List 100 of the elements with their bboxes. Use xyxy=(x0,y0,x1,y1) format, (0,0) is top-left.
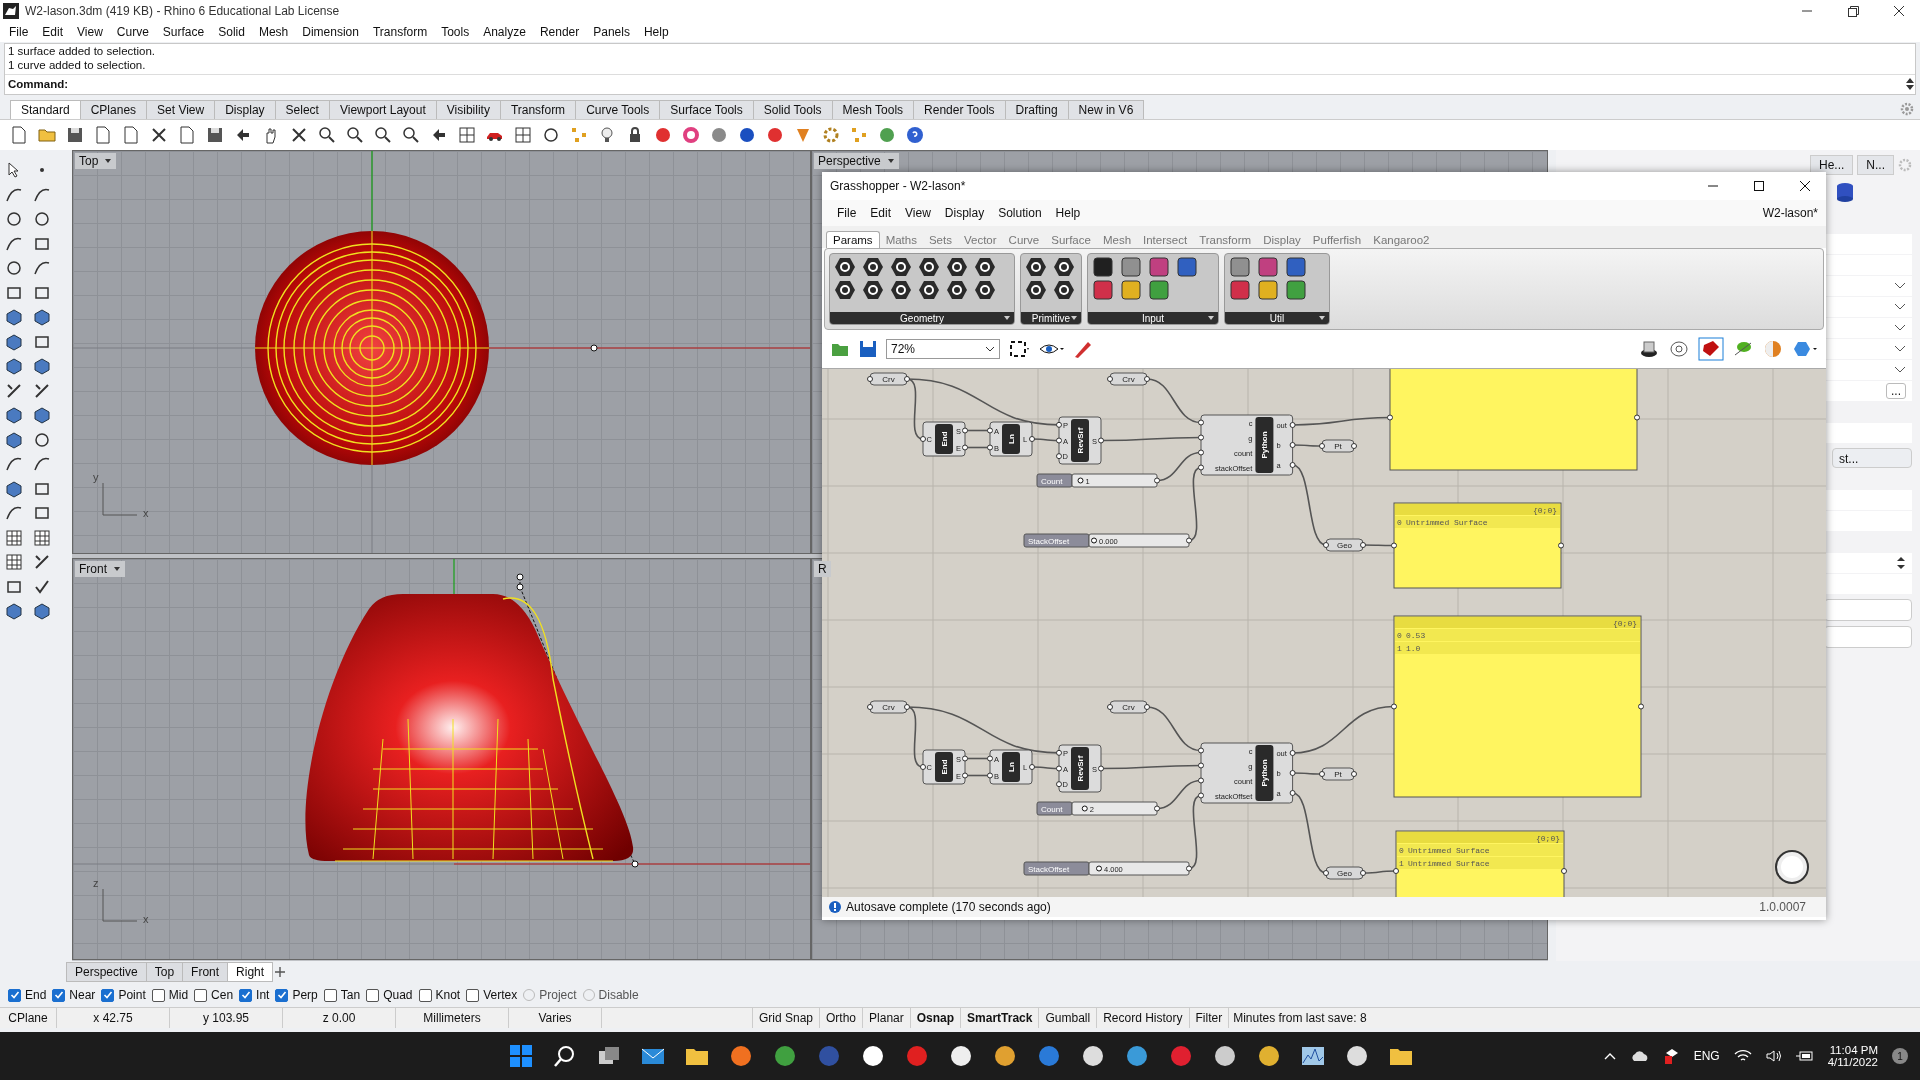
grid-icon[interactable] xyxy=(4,552,24,572)
parameter-node[interactable]: Pt xyxy=(1319,439,1357,453)
app-icon[interactable] xyxy=(1080,1043,1106,1069)
app-icon[interactable] xyxy=(860,1043,886,1069)
preview-icon[interactable] xyxy=(1638,339,1660,359)
component-icon[interactable] xyxy=(1176,256,1198,278)
osnap-label[interactable]: Mid xyxy=(168,988,189,1002)
panel-node[interactable]: {0;0} 0 Untrimmed Surface xyxy=(1391,502,1564,589)
status-toggle[interactable]: Gumball xyxy=(1038,1008,1097,1028)
ribbon-tab[interactable]: Curve xyxy=(1002,232,1046,248)
viewport-title[interactable]: Front xyxy=(75,561,125,577)
ribbon-tab[interactable]: Sets xyxy=(922,232,958,248)
viewport-title[interactable]: R xyxy=(814,561,831,577)
chevron-icon[interactable] xyxy=(1894,345,1906,353)
grid-icon[interactable] xyxy=(513,125,533,145)
browser-icon[interactable] xyxy=(772,1043,798,1069)
browse-button[interactable]: ... xyxy=(1886,383,1906,399)
parameter-node[interactable]: Crv xyxy=(867,700,910,714)
page-icon[interactable] xyxy=(121,125,141,145)
property-field[interactable] xyxy=(1826,234,1912,254)
zoom-extents-icon[interactable] xyxy=(1008,339,1030,359)
osnap-label[interactable]: Point xyxy=(118,988,146,1002)
caret-icon[interactable] xyxy=(113,565,121,573)
hexagon-icon[interactable] xyxy=(1025,279,1047,301)
clock-time[interactable]: 11:04 PM xyxy=(1829,1044,1878,1056)
toolbar-tab[interactable]: Set View xyxy=(146,100,216,119)
grid-icon[interactable] xyxy=(457,125,477,145)
property-field[interactable] xyxy=(1826,423,1912,443)
osnap-label[interactable]: Project xyxy=(539,988,577,1002)
status-toggle[interactable]: Osnap xyxy=(909,1008,961,1028)
menu-item[interactable]: Transform xyxy=(365,25,435,39)
osnap-label[interactable]: Quad xyxy=(383,988,413,1002)
slider-thumb[interactable] xyxy=(1077,477,1084,484)
status-toggle[interactable]: Planar xyxy=(862,1008,910,1028)
toolbar-tab[interactable]: Viewport Layout xyxy=(328,100,437,119)
toolbar-tab[interactable]: Standard xyxy=(10,100,81,119)
parameter-node[interactable]: Geo xyxy=(1323,866,1366,880)
component-icon[interactable] xyxy=(1285,279,1307,301)
component-icon[interactable] xyxy=(1229,279,1251,301)
code-editor-icon[interactable] xyxy=(1036,1043,1062,1069)
hexagon-icon[interactable] xyxy=(946,279,968,301)
checkbox[interactable] xyxy=(8,988,21,1002)
checkbox[interactable] xyxy=(466,988,480,1002)
parameter-node[interactable]: Crv xyxy=(1107,700,1150,714)
expand-icon[interactable] xyxy=(1070,314,1078,322)
control-point[interactable] xyxy=(590,344,598,352)
revolved-surface-drawing[interactable] xyxy=(254,230,490,466)
menu-item[interactable]: File xyxy=(2,25,36,39)
wireframe-icon[interactable] xyxy=(1668,339,1690,359)
menu-item[interactable]: Solid xyxy=(211,25,252,39)
osnap-label[interactable]: Tan xyxy=(340,988,361,1002)
ribbon-tab[interactable]: Maths xyxy=(879,232,923,248)
grid-icon[interactable] xyxy=(32,527,52,548)
grid-icon[interactable] xyxy=(4,527,24,548)
panel-tab[interactable]: N... xyxy=(1857,155,1894,175)
viewport[interactable]: Top y x xyxy=(72,150,811,554)
slider-thumb[interactable] xyxy=(1081,805,1088,812)
hexagon-icon[interactable] xyxy=(918,279,940,301)
magnifier-icon[interactable] xyxy=(345,125,365,145)
checkbox[interactable] xyxy=(52,988,66,1002)
caret-icon[interactable] xyxy=(886,157,895,165)
chevron-icon[interactable] xyxy=(985,345,995,353)
sphere-icon[interactable] xyxy=(653,125,673,145)
viewport-tab[interactable]: Front xyxy=(182,962,229,982)
parameter-node[interactable]: Crv xyxy=(1107,372,1150,386)
panel-tab[interactable]: He... xyxy=(1810,155,1854,175)
osnap-label[interactable]: Vertex xyxy=(483,988,518,1002)
volume-icon[interactable] xyxy=(1765,1049,1782,1063)
component-icon[interactable] xyxy=(1229,256,1251,278)
zoom-field[interactable]: 72% xyxy=(886,339,1000,359)
help-icon[interactable] xyxy=(905,125,925,145)
toolbar-tab[interactable]: Visibility xyxy=(435,100,501,119)
viewport-tab[interactable]: Right xyxy=(227,962,274,982)
toolbar-tab[interactable]: Surface Tools xyxy=(659,100,754,119)
panel-node[interactable] xyxy=(1387,369,1640,471)
page-icon[interactable] xyxy=(9,125,29,145)
dropdown-field[interactable] xyxy=(1826,297,1912,317)
globe-icon[interactable] xyxy=(877,125,897,145)
property-field[interactable] xyxy=(1826,255,1912,275)
dropdown-field[interactable] xyxy=(1826,318,1912,338)
ribbon-tab[interactable]: Surface xyxy=(1045,232,1097,248)
menu-item[interactable]: Help xyxy=(636,25,676,39)
menu-item[interactable]: Panels xyxy=(586,25,637,39)
osnap-label[interactable]: Perp xyxy=(292,988,318,1002)
maximize-icon[interactable] xyxy=(1752,179,1766,193)
toolbar-tab[interactable]: Render Tools xyxy=(913,100,1006,119)
hexagon-icon[interactable] xyxy=(946,256,968,278)
toolbar-tab[interactable]: New in V6 xyxy=(1067,100,1145,119)
component-icon[interactable] xyxy=(1257,256,1279,278)
circle-icon[interactable] xyxy=(4,209,24,229)
toolbar-tab[interactable]: Curve Tools xyxy=(575,100,661,119)
wifi-icon[interactable] xyxy=(1733,1049,1752,1063)
chevron-icon[interactable] xyxy=(1894,303,1906,311)
checkbox[interactable] xyxy=(366,988,380,1002)
hexagon-icon[interactable] xyxy=(834,279,856,301)
menu-item[interactable]: Help xyxy=(1048,206,1088,220)
viewport[interactable]: Front z x xyxy=(72,558,811,960)
osnap-label[interactable]: End xyxy=(25,988,47,1002)
status-toggle[interactable]: Record History xyxy=(1096,1008,1189,1028)
checkbox[interactable] xyxy=(151,988,165,1002)
